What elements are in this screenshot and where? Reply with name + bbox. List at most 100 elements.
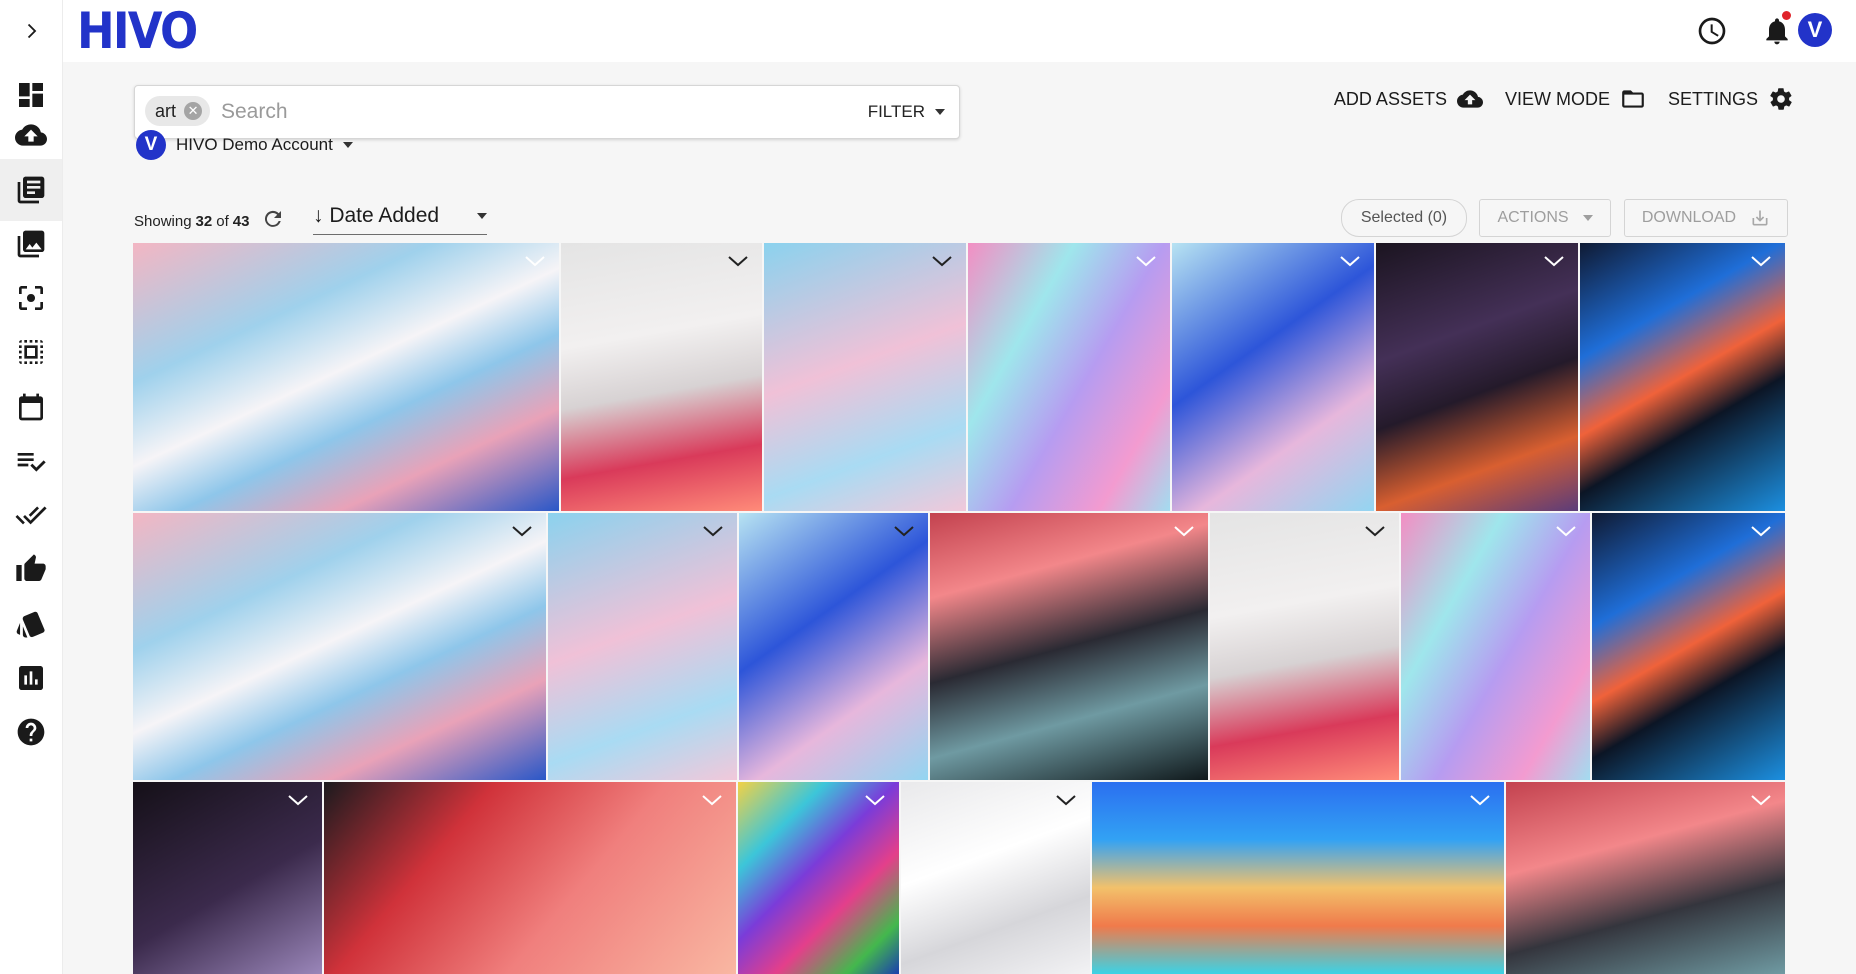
expand-sidebar-button[interactable]: [0, 0, 62, 62]
chevron-down-icon[interactable]: [1468, 790, 1494, 810]
asset-tile[interactable]: [1401, 513, 1590, 780]
chevron-down-icon[interactable]: [726, 251, 752, 271]
history-icon: [1698, 17, 1726, 45]
asset-tile[interactable]: [133, 513, 546, 780]
sidebar-item-approvals[interactable]: [0, 484, 62, 546]
download-button[interactable]: DOWNLOAD: [1624, 199, 1788, 237]
cloud-upload-icon: [15, 124, 47, 146]
cloud-upload-icon: [1456, 90, 1483, 108]
remove-chip-icon[interactable]: ✕: [184, 102, 203, 120]
chevron-down-icon[interactable]: [1542, 251, 1568, 271]
asset-tile[interactable]: [968, 243, 1170, 511]
chevron-down-icon[interactable]: [700, 790, 726, 810]
sidebar-item-select[interactable]: [0, 321, 62, 383]
asset-tile[interactable]: [1376, 243, 1578, 511]
chevron-down-icon[interactable]: [1749, 790, 1775, 810]
add-assets-button[interactable]: ADD ASSETS: [1334, 86, 1483, 112]
sidebar: [0, 0, 63, 974]
asset-tile[interactable]: [1172, 243, 1374, 511]
actions-button[interactable]: ACTIONS: [1479, 199, 1611, 237]
sort-select[interactable]: ↓ Date Added: [313, 198, 487, 235]
caret-down-icon: [1582, 215, 1593, 221]
sidebar-item-analytics[interactable]: [0, 647, 62, 709]
main-content: art ✕ FILTER ADD ASSETS VIEW MODE SETTIN…: [63, 62, 1856, 974]
sort-label: ↓ Date Added: [313, 204, 440, 227]
chevron-down-icon[interactable]: [701, 521, 727, 541]
asset-tile[interactable]: [1506, 782, 1785, 974]
center-focus-icon: [19, 286, 43, 310]
top-actions: ADD ASSETS VIEW MODE SETTINGS: [1334, 82, 1794, 116]
playlist-check-icon: [17, 453, 46, 472]
asset-tile[interactable]: [548, 513, 737, 780]
bar-chart-icon: [19, 666, 43, 690]
sidebar-item-brand[interactable]: [0, 593, 62, 655]
asset-tile[interactable]: [739, 513, 928, 780]
chevron-down-icon[interactable]: [1338, 251, 1364, 271]
asset-tile[interactable]: [930, 513, 1208, 780]
search-input[interactable]: [219, 94, 823, 130]
view-mode-button[interactable]: VIEW MODE: [1505, 86, 1646, 112]
asset-tile[interactable]: [133, 243, 559, 511]
sidebar-item-help[interactable]: [0, 701, 62, 763]
sidebar-item-library[interactable]: [0, 159, 62, 221]
asset-tile[interactable]: [1592, 513, 1785, 780]
asset-tile[interactable]: [764, 243, 966, 511]
notifications-button[interactable]: [1760, 11, 1794, 48]
asset-tile[interactable]: [738, 782, 899, 974]
chevron-down-icon[interactable]: [1554, 521, 1580, 541]
sidebar-item-checklist[interactable]: [0, 430, 62, 492]
thumb-up-icon: [16, 554, 46, 581]
folder-icon: [1622, 90, 1644, 108]
search-chip[interactable]: art ✕: [145, 96, 211, 126]
chevron-down-icon[interactable]: [1749, 251, 1775, 271]
sidebar-item-scan[interactable]: [0, 267, 62, 329]
help-icon: [17, 718, 45, 746]
asset-tile[interactable]: [901, 782, 1090, 974]
asset-tile[interactable]: [1210, 513, 1399, 780]
chevron-down-icon[interactable]: [892, 521, 918, 541]
chevron-down-icon[interactable]: [1054, 790, 1080, 810]
asset-tile[interactable]: [324, 782, 736, 974]
done-all-icon: [15, 506, 47, 525]
asset-tile[interactable]: [1092, 782, 1504, 974]
asset-tile[interactable]: [561, 243, 762, 511]
sidebar-item-likes[interactable]: [0, 538, 62, 600]
asset-tile[interactable]: [133, 782, 322, 974]
sidebar-item-collections[interactable]: [0, 213, 62, 275]
chevron-down-icon[interactable]: [930, 251, 956, 271]
photo-library-icon: [17, 230, 45, 258]
sidebar-item-calendar[interactable]: [0, 376, 62, 438]
history-button[interactable]: [1695, 14, 1729, 48]
filter-label: FILTER: [867, 102, 925, 121]
total-count: 43: [232, 212, 250, 230]
account-name: HIVO Demo Account: [176, 135, 333, 154]
chevron-down-icon[interactable]: [1172, 521, 1198, 541]
chevron-down-icon[interactable]: [1134, 251, 1160, 271]
sidebar-item-upload[interactable]: [0, 104, 62, 166]
refresh-icon: [265, 210, 282, 227]
chevron-down-icon[interactable]: [510, 521, 536, 541]
view-mode-label: VIEW MODE: [1504, 88, 1610, 109]
refresh-button[interactable]: [253, 207, 285, 235]
account-avatar: V: [136, 130, 166, 160]
selected-count-button[interactable]: Selected (0): [1341, 199, 1467, 237]
account-switcher[interactable]: V HIVO Demo Account: [136, 128, 353, 162]
asset-tile[interactable]: [1580, 243, 1785, 511]
chevron-down-icon[interactable]: [863, 790, 889, 810]
bell-icon: [1766, 18, 1788, 45]
download-icon: [1752, 210, 1768, 226]
chevron-down-icon[interactable]: [1363, 521, 1389, 541]
chevron-down-icon[interactable]: [523, 251, 549, 271]
settings-label: SETTINGS: [1667, 88, 1758, 109]
cards-icon: [16, 611, 45, 638]
filter-button[interactable]: FILTER: [868, 86, 945, 138]
caret-down-icon: [342, 142, 353, 148]
actions-label: ACTIONS: [1497, 209, 1569, 226]
top-bar: HIVO V: [63, 0, 1856, 62]
chevron-down-icon[interactable]: [1749, 521, 1775, 541]
hivo-logo[interactable]: HIVO: [77, 2, 198, 60]
chevron-down-icon[interactable]: [286, 790, 312, 810]
search-chip-label: art: [155, 100, 177, 121]
user-avatar[interactable]: V: [1798, 13, 1832, 47]
settings-button[interactable]: SETTINGS: [1668, 86, 1794, 112]
